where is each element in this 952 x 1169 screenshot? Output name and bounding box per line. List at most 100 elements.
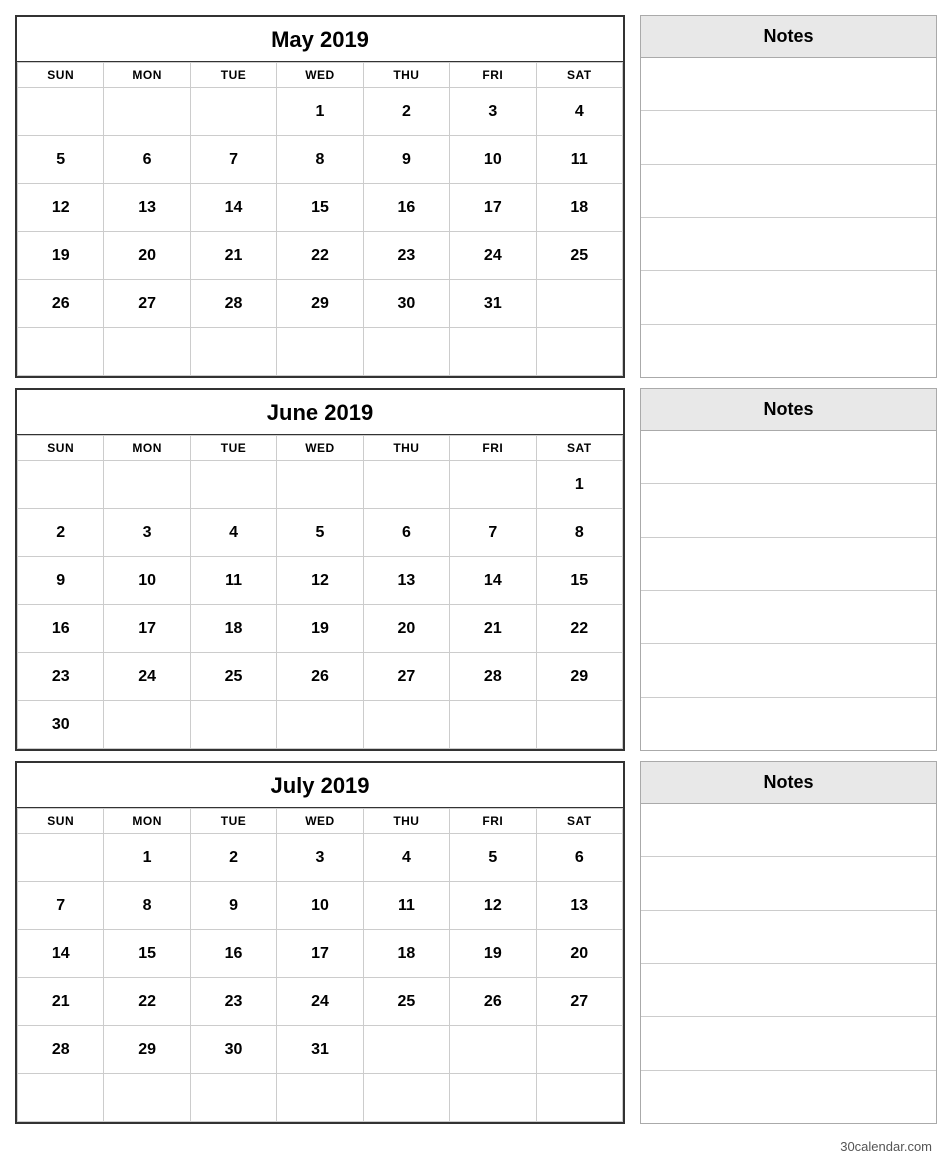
day-cell-1-4-0: 23 [18, 653, 104, 701]
day-cell-0-2-3: 15 [277, 184, 363, 232]
day-cell-0-0-0 [18, 88, 104, 136]
day-cell-1-0-6: 1 [536, 461, 622, 509]
day-cell-1-3-0: 16 [18, 605, 104, 653]
notes-line-2-2[interactable] [641, 911, 936, 964]
day-cell-0-1-2: 7 [190, 136, 276, 184]
notes-line-2-1[interactable] [641, 857, 936, 910]
notes-line-1-3[interactable] [641, 591, 936, 644]
notes-section-1: Notes [640, 388, 937, 751]
day-cell-2-0-6: 6 [536, 834, 622, 882]
day-cell-1-1-3: 5 [277, 509, 363, 557]
week-row-2-2: 14151617181920 [18, 930, 623, 978]
day-cell-1-2-4: 13 [363, 557, 449, 605]
day-cell-2-2-6: 20 [536, 930, 622, 978]
notes-lines-0 [641, 58, 936, 377]
day-header-SAT: SAT [536, 63, 622, 88]
day-cell-0-5-6 [536, 328, 622, 376]
day-cell-1-3-6: 22 [536, 605, 622, 653]
day-cell-1-1-0: 2 [18, 509, 104, 557]
day-cell-1-1-6: 8 [536, 509, 622, 557]
day-header-WED: WED [277, 63, 363, 88]
day-cell-2-0-2: 2 [190, 834, 276, 882]
notes-lines-2 [641, 804, 936, 1123]
day-cell-0-4-0: 26 [18, 280, 104, 328]
day-header-SUN: SUN [18, 436, 104, 461]
day-cell-2-3-4: 25 [363, 978, 449, 1026]
day-cell-0-5-0 [18, 328, 104, 376]
day-cell-0-1-4: 9 [363, 136, 449, 184]
notes-line-0-1[interactable] [641, 111, 936, 164]
day-cell-1-4-2: 25 [190, 653, 276, 701]
day-cell-1-1-1: 3 [104, 509, 190, 557]
day-cell-0-0-1 [104, 88, 190, 136]
notes-line-1-2[interactable] [641, 538, 936, 591]
notes-line-2-3[interactable] [641, 964, 936, 1017]
day-cell-1-2-1: 10 [104, 557, 190, 605]
notes-line-1-5[interactable] [641, 698, 936, 750]
day-cell-0-2-5: 17 [450, 184, 536, 232]
notes-section-0: Notes [640, 15, 937, 378]
notes-line-2-5[interactable] [641, 1071, 936, 1123]
day-cell-0-4-3: 29 [277, 280, 363, 328]
day-cell-2-3-1: 22 [104, 978, 190, 1026]
day-cell-0-3-0: 19 [18, 232, 104, 280]
day-cell-0-5-5 [450, 328, 536, 376]
notes-line-1-0[interactable] [641, 431, 936, 484]
notes-line-0-2[interactable] [641, 165, 936, 218]
day-header-WED: WED [277, 809, 363, 834]
day-cell-0-1-6: 11 [536, 136, 622, 184]
day-cell-2-0-3: 3 [277, 834, 363, 882]
notes-header-2: Notes [641, 762, 936, 804]
day-cell-2-0-0 [18, 834, 104, 882]
week-row-1-0: 1 [18, 461, 623, 509]
day-cell-0-4-6 [536, 280, 622, 328]
day-cell-0-3-3: 22 [277, 232, 363, 280]
day-header-SAT: SAT [536, 809, 622, 834]
day-cell-0-1-0: 5 [18, 136, 104, 184]
day-cell-2-1-6: 13 [536, 882, 622, 930]
day-cell-0-2-1: 13 [104, 184, 190, 232]
footer: 30calendar.com [15, 1134, 937, 1154]
day-header-FRI: FRI [450, 63, 536, 88]
notes-line-0-0[interactable] [641, 58, 936, 111]
day-cell-1-2-2: 11 [190, 557, 276, 605]
week-row-1-3: 16171819202122 [18, 605, 623, 653]
day-cell-1-1-4: 6 [363, 509, 449, 557]
day-cell-0-4-5: 31 [450, 280, 536, 328]
day-header-THU: THU [363, 809, 449, 834]
notes-line-2-4[interactable] [641, 1017, 936, 1070]
week-row-1-1: 2345678 [18, 509, 623, 557]
day-cell-2-4-1: 29 [104, 1026, 190, 1074]
day-cell-0-5-1 [104, 328, 190, 376]
day-cell-0-1-5: 10 [450, 136, 536, 184]
notes-line-2-0[interactable] [641, 804, 936, 857]
notes-line-1-4[interactable] [641, 644, 936, 697]
day-cell-1-5-2 [190, 701, 276, 749]
notes-line-0-3[interactable] [641, 218, 936, 271]
day-cell-0-4-2: 28 [190, 280, 276, 328]
day-cell-1-5-6 [536, 701, 622, 749]
day-header-TUE: TUE [190, 436, 276, 461]
calendar-1: June 2019SUNMONTUEWEDTHUFRISAT1234567891… [15, 388, 625, 751]
day-cell-0-5-2 [190, 328, 276, 376]
day-cell-1-0-4 [363, 461, 449, 509]
notes-header-1: Notes [641, 389, 936, 431]
day-cell-0-0-5: 3 [450, 88, 536, 136]
day-cell-2-5-1 [104, 1074, 190, 1122]
day-cell-2-5-2 [190, 1074, 276, 1122]
notes-line-0-4[interactable] [641, 271, 936, 324]
day-cell-0-0-6: 4 [536, 88, 622, 136]
day-header-SUN: SUN [18, 63, 104, 88]
day-cell-2-3-2: 23 [190, 978, 276, 1026]
day-cell-1-3-3: 19 [277, 605, 363, 653]
notes-line-1-1[interactable] [641, 484, 936, 537]
notes-line-0-5[interactable] [641, 325, 936, 377]
day-cell-2-5-5 [450, 1074, 536, 1122]
day-cell-0-0-4: 2 [363, 88, 449, 136]
day-cell-0-3-4: 23 [363, 232, 449, 280]
day-cell-2-0-1: 1 [104, 834, 190, 882]
day-cell-0-5-3 [277, 328, 363, 376]
day-cell-1-3-1: 17 [104, 605, 190, 653]
week-row-2-0: 123456 [18, 834, 623, 882]
week-row-2-4: 28293031 [18, 1026, 623, 1074]
